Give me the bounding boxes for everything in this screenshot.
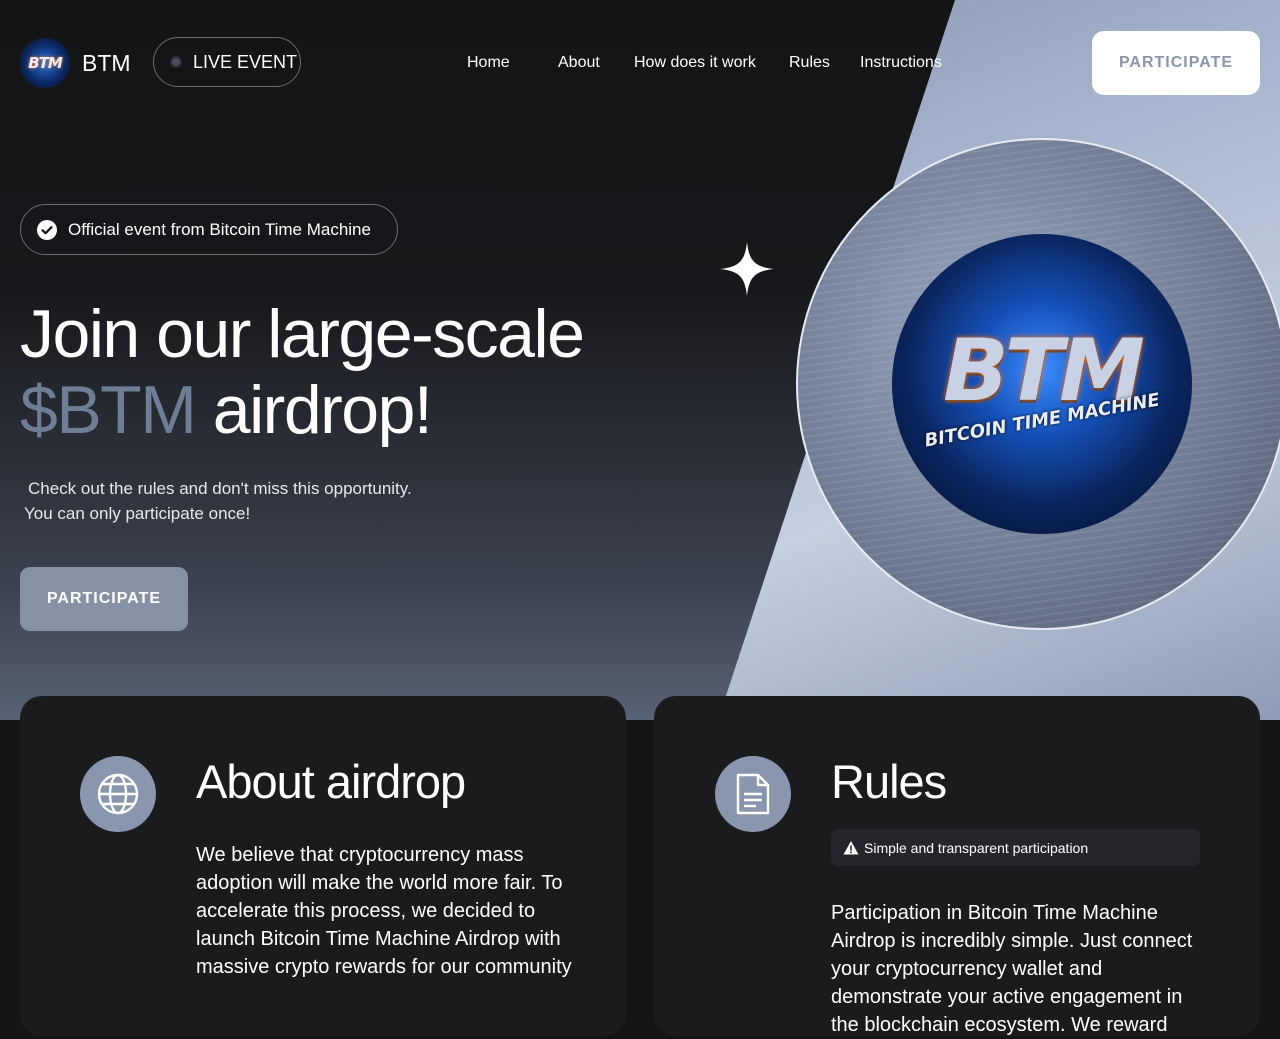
hero-title-line1: Join our large-scale (20, 296, 585, 372)
rules-notice: Simple and transparent participation (831, 829, 1200, 866)
participate-button-hero[interactable]: PARTICIPATE (20, 567, 188, 631)
hero-subtitle-line2: You can only participate once! (24, 504, 251, 523)
hero-subtitle-line1: Check out the rules and don't miss this … (28, 479, 412, 498)
hero-title-rest: airdrop! (195, 372, 433, 448)
nav-how-it-works[interactable]: How does it work (634, 54, 756, 72)
live-dot-icon (172, 58, 180, 66)
official-event-text: Official event from Bitcoin Time Machine (68, 219, 371, 239)
nav-rules[interactable]: Rules (789, 54, 830, 72)
about-body: We believe that cryptocurrency mass adop… (196, 844, 572, 978)
logo[interactable]: BTM (20, 38, 70, 88)
btm-medal-image: BTM BITCOIN TIME MACHINE (892, 234, 1192, 534)
brand-name[interactable]: BTM (82, 50, 131, 77)
nav-home[interactable]: Home (467, 54, 510, 72)
sparkle-star-icon (720, 242, 774, 296)
live-event-label: LIVE EVENT (193, 51, 298, 72)
hero-title-line2: $BTM airdrop! (20, 370, 433, 450)
about-title: About airdrop (196, 755, 466, 808)
nav-about[interactable]: About (558, 54, 600, 72)
warning-icon (843, 840, 859, 854)
participate-button-header[interactable]: PARTICIPATE (1092, 31, 1260, 95)
live-event-pill: LIVE EVENT (153, 37, 301, 87)
rules-title: Rules (831, 755, 947, 808)
rules-notice-text: Simple and transparent participation (864, 839, 1089, 856)
nav-instructions[interactable]: Instructions (860, 54, 942, 72)
logo-text: BTM (28, 54, 63, 72)
official-event-badge: Official event from Bitcoin Time Machine (20, 204, 398, 255)
hero-title-accent: $BTM (20, 372, 197, 448)
document-icon (715, 756, 791, 832)
globe-icon (80, 756, 156, 832)
verified-check-icon (37, 219, 57, 240)
rules-body: Participation in Bitcoin Time Machine Ai… (831, 902, 1193, 1036)
